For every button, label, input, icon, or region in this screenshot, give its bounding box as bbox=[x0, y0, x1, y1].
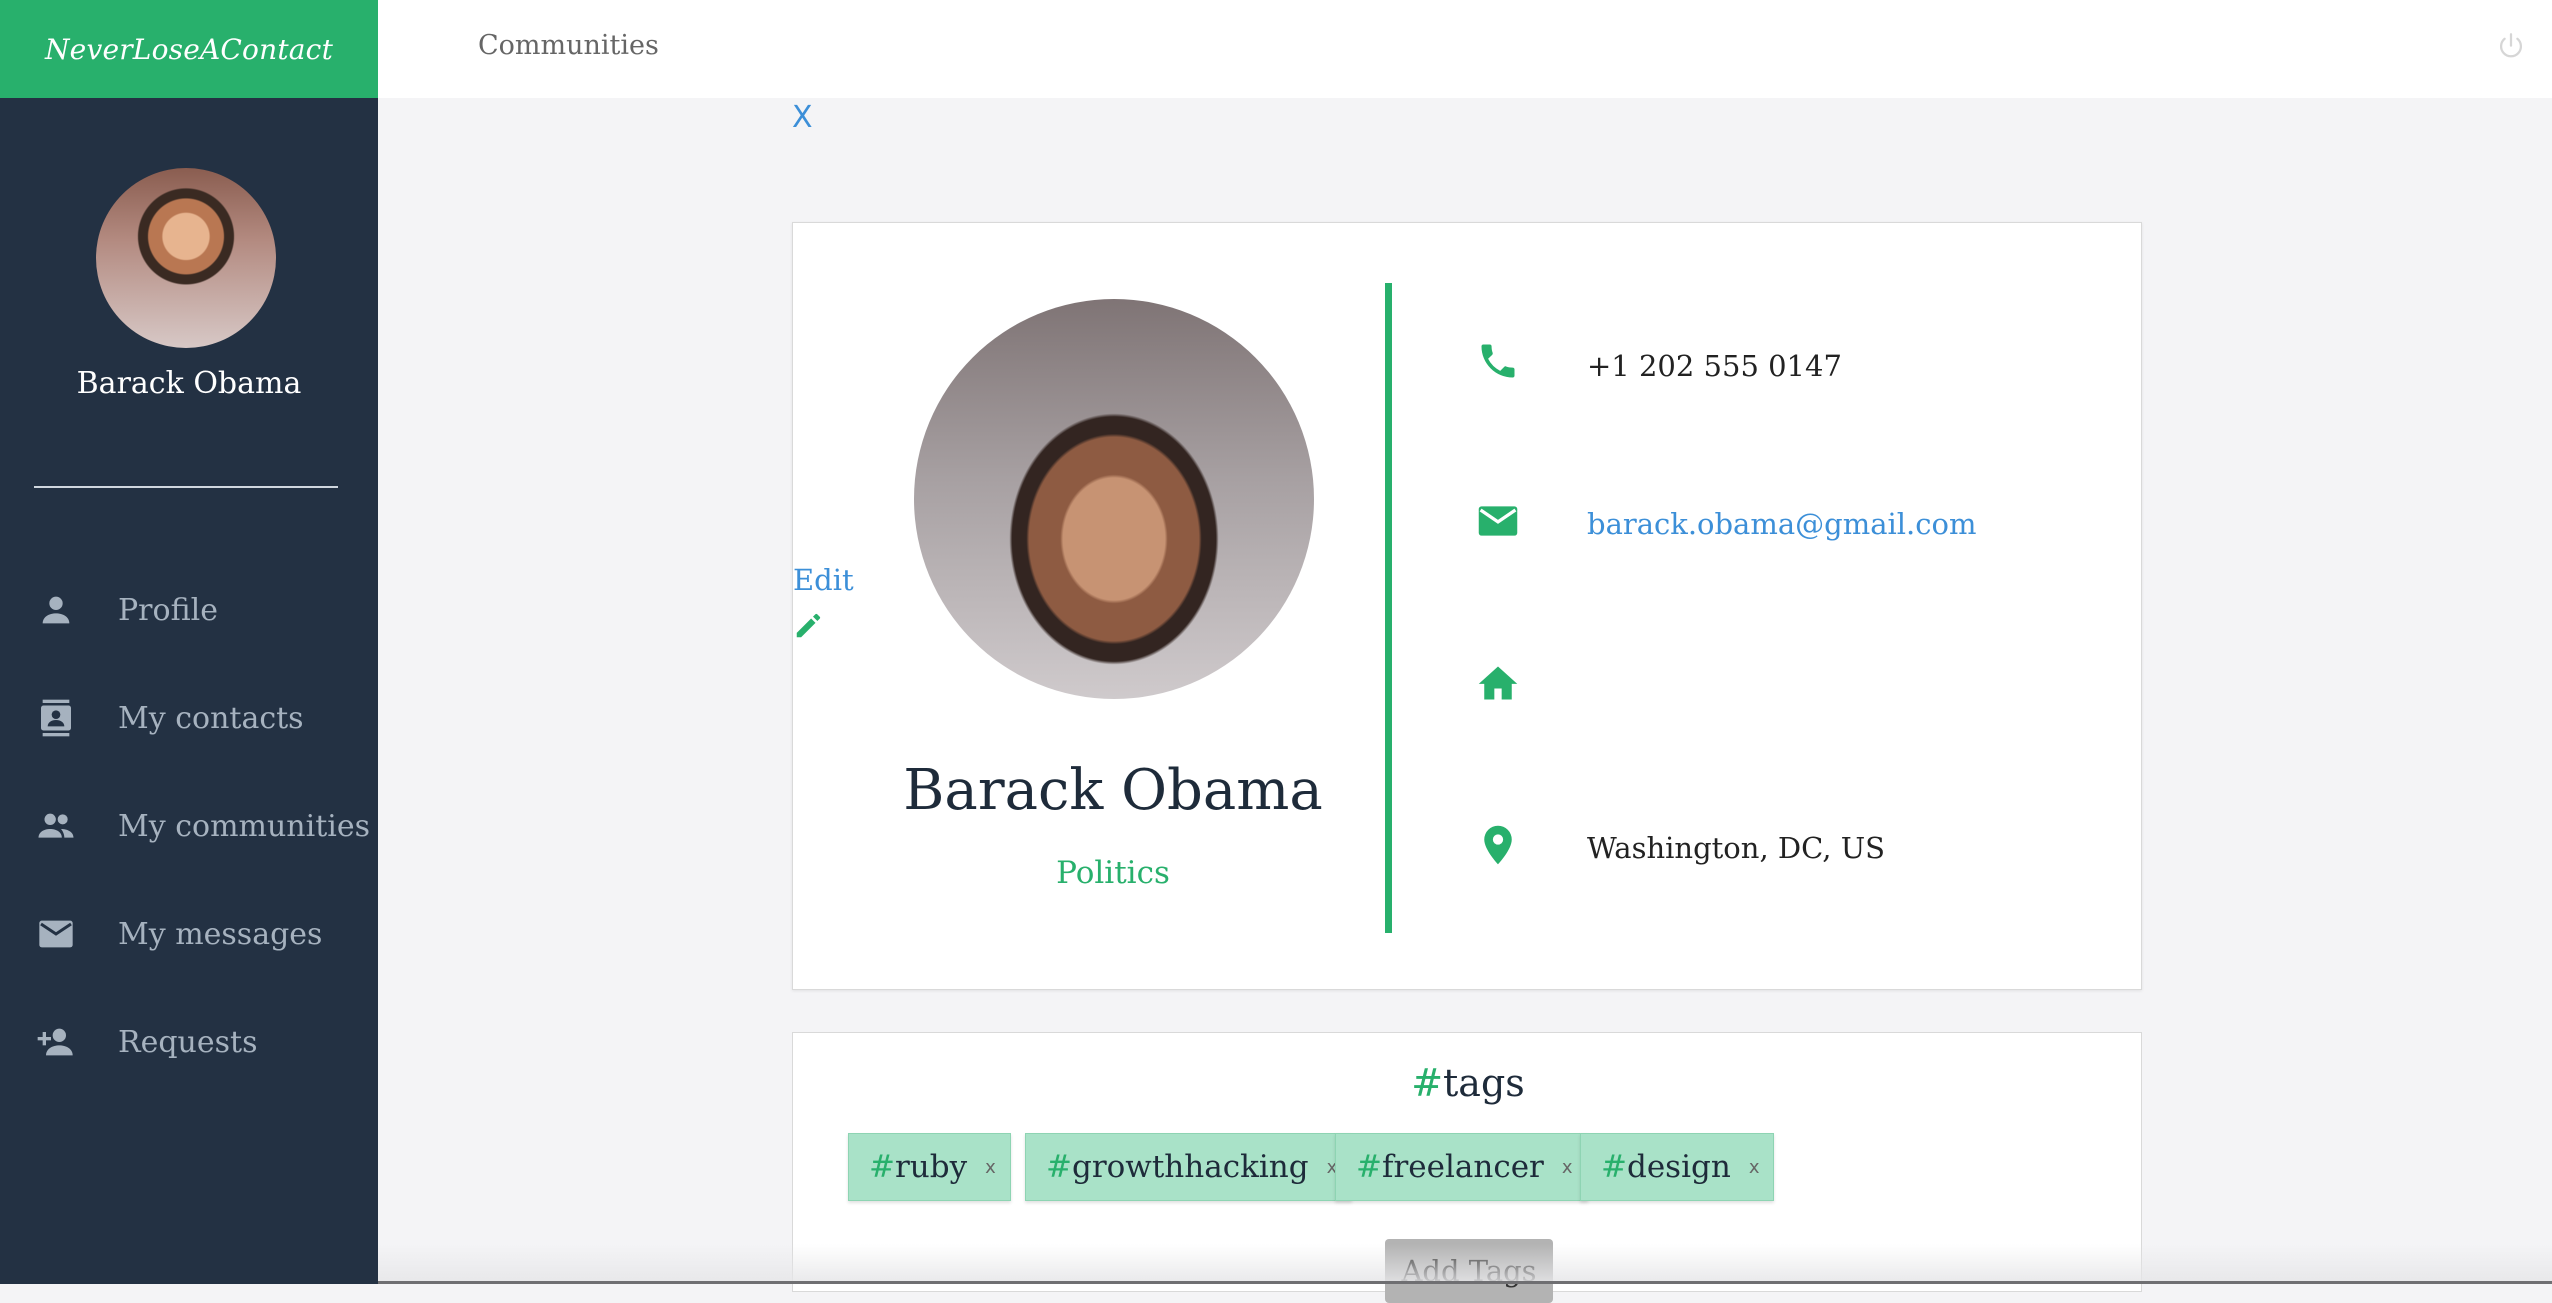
sidebar-item-messages[interactable]: My messages bbox=[0, 880, 378, 988]
sidebar-item-label: Requests bbox=[118, 1024, 258, 1060]
sidebar-item-label: My communities bbox=[118, 808, 370, 844]
close-button[interactable]: X bbox=[792, 100, 813, 135]
profile-name: Barack Obama bbox=[903, 758, 1323, 823]
tag-chip[interactable]: # ruby x bbox=[848, 1133, 1011, 1201]
nav-link-communities[interactable]: Communities bbox=[478, 30, 659, 61]
sidebar-item-label: Profile bbox=[118, 592, 218, 628]
sidebar-item-profile[interactable]: Profile bbox=[0, 556, 378, 664]
avatar[interactable] bbox=[96, 168, 276, 348]
tags-heading: #tags bbox=[1411, 1061, 1525, 1105]
mail-icon bbox=[1478, 506, 1518, 536]
edit-link[interactable]: Edit bbox=[793, 563, 854, 597]
sidebar: Barack Obama Profile My contacts My comm… bbox=[0, 98, 378, 1284]
sidebar-user-name: Barack Obama bbox=[76, 366, 302, 401]
tag-label: freelancer bbox=[1381, 1149, 1544, 1185]
remove-tag-button[interactable]: x bbox=[1749, 1157, 1760, 1178]
map-pin-icon bbox=[1484, 825, 1512, 865]
remove-tag-button[interactable]: x bbox=[985, 1157, 996, 1178]
person-add-icon bbox=[37, 1028, 73, 1056]
location: Washington, DC, US bbox=[1587, 831, 1886, 865]
sidebar-item-contacts[interactable]: My contacts bbox=[0, 664, 378, 772]
profile-role: Politics bbox=[1056, 855, 1170, 891]
divider bbox=[34, 486, 338, 488]
top-bar: Communities bbox=[378, 0, 2552, 98]
sidebar-item-label: My messages bbox=[118, 916, 323, 952]
remove-tag-button[interactable]: x bbox=[1562, 1157, 1573, 1178]
tag-label: growthhacking bbox=[1071, 1149, 1309, 1185]
divider bbox=[1385, 283, 1392, 933]
phone-icon bbox=[1481, 344, 1515, 378]
mail-icon bbox=[39, 920, 73, 948]
email-link[interactable]: barack.obama@gmail.com bbox=[1587, 507, 1976, 541]
tag-chip[interactable]: # freelancer x bbox=[1335, 1133, 1588, 1201]
sidebar-item-requests[interactable]: Requests bbox=[0, 988, 378, 1096]
sidebar-item-label: My contacts bbox=[118, 700, 304, 736]
profile-card: Edit Barack Obama Politics +1 202 555 01… bbox=[792, 222, 2142, 990]
group-icon bbox=[38, 813, 74, 838]
person-icon bbox=[42, 596, 70, 624]
sidebar-item-communities[interactable]: My communities bbox=[0, 772, 378, 880]
tag-chip[interactable]: # growthhacking x bbox=[1025, 1133, 1353, 1201]
home-icon bbox=[1478, 666, 1518, 700]
brand-logo[interactable]: NeverLoseAContact bbox=[0, 0, 378, 98]
sidebar-menu: Profile My contacts My communities My me… bbox=[0, 556, 378, 1096]
pencil-icon[interactable] bbox=[793, 611, 823, 641]
power-icon[interactable] bbox=[2494, 30, 2528, 64]
tag-label: ruby bbox=[894, 1149, 968, 1185]
phone-number: +1 202 555 0147 bbox=[1587, 349, 1842, 383]
tag-chip[interactable]: # design x bbox=[1580, 1133, 1775, 1201]
profile-photo bbox=[914, 299, 1314, 699]
contacts-icon bbox=[41, 699, 71, 737]
tag-label: design bbox=[1626, 1149, 1731, 1185]
bottom-fade bbox=[378, 1244, 2552, 1284]
